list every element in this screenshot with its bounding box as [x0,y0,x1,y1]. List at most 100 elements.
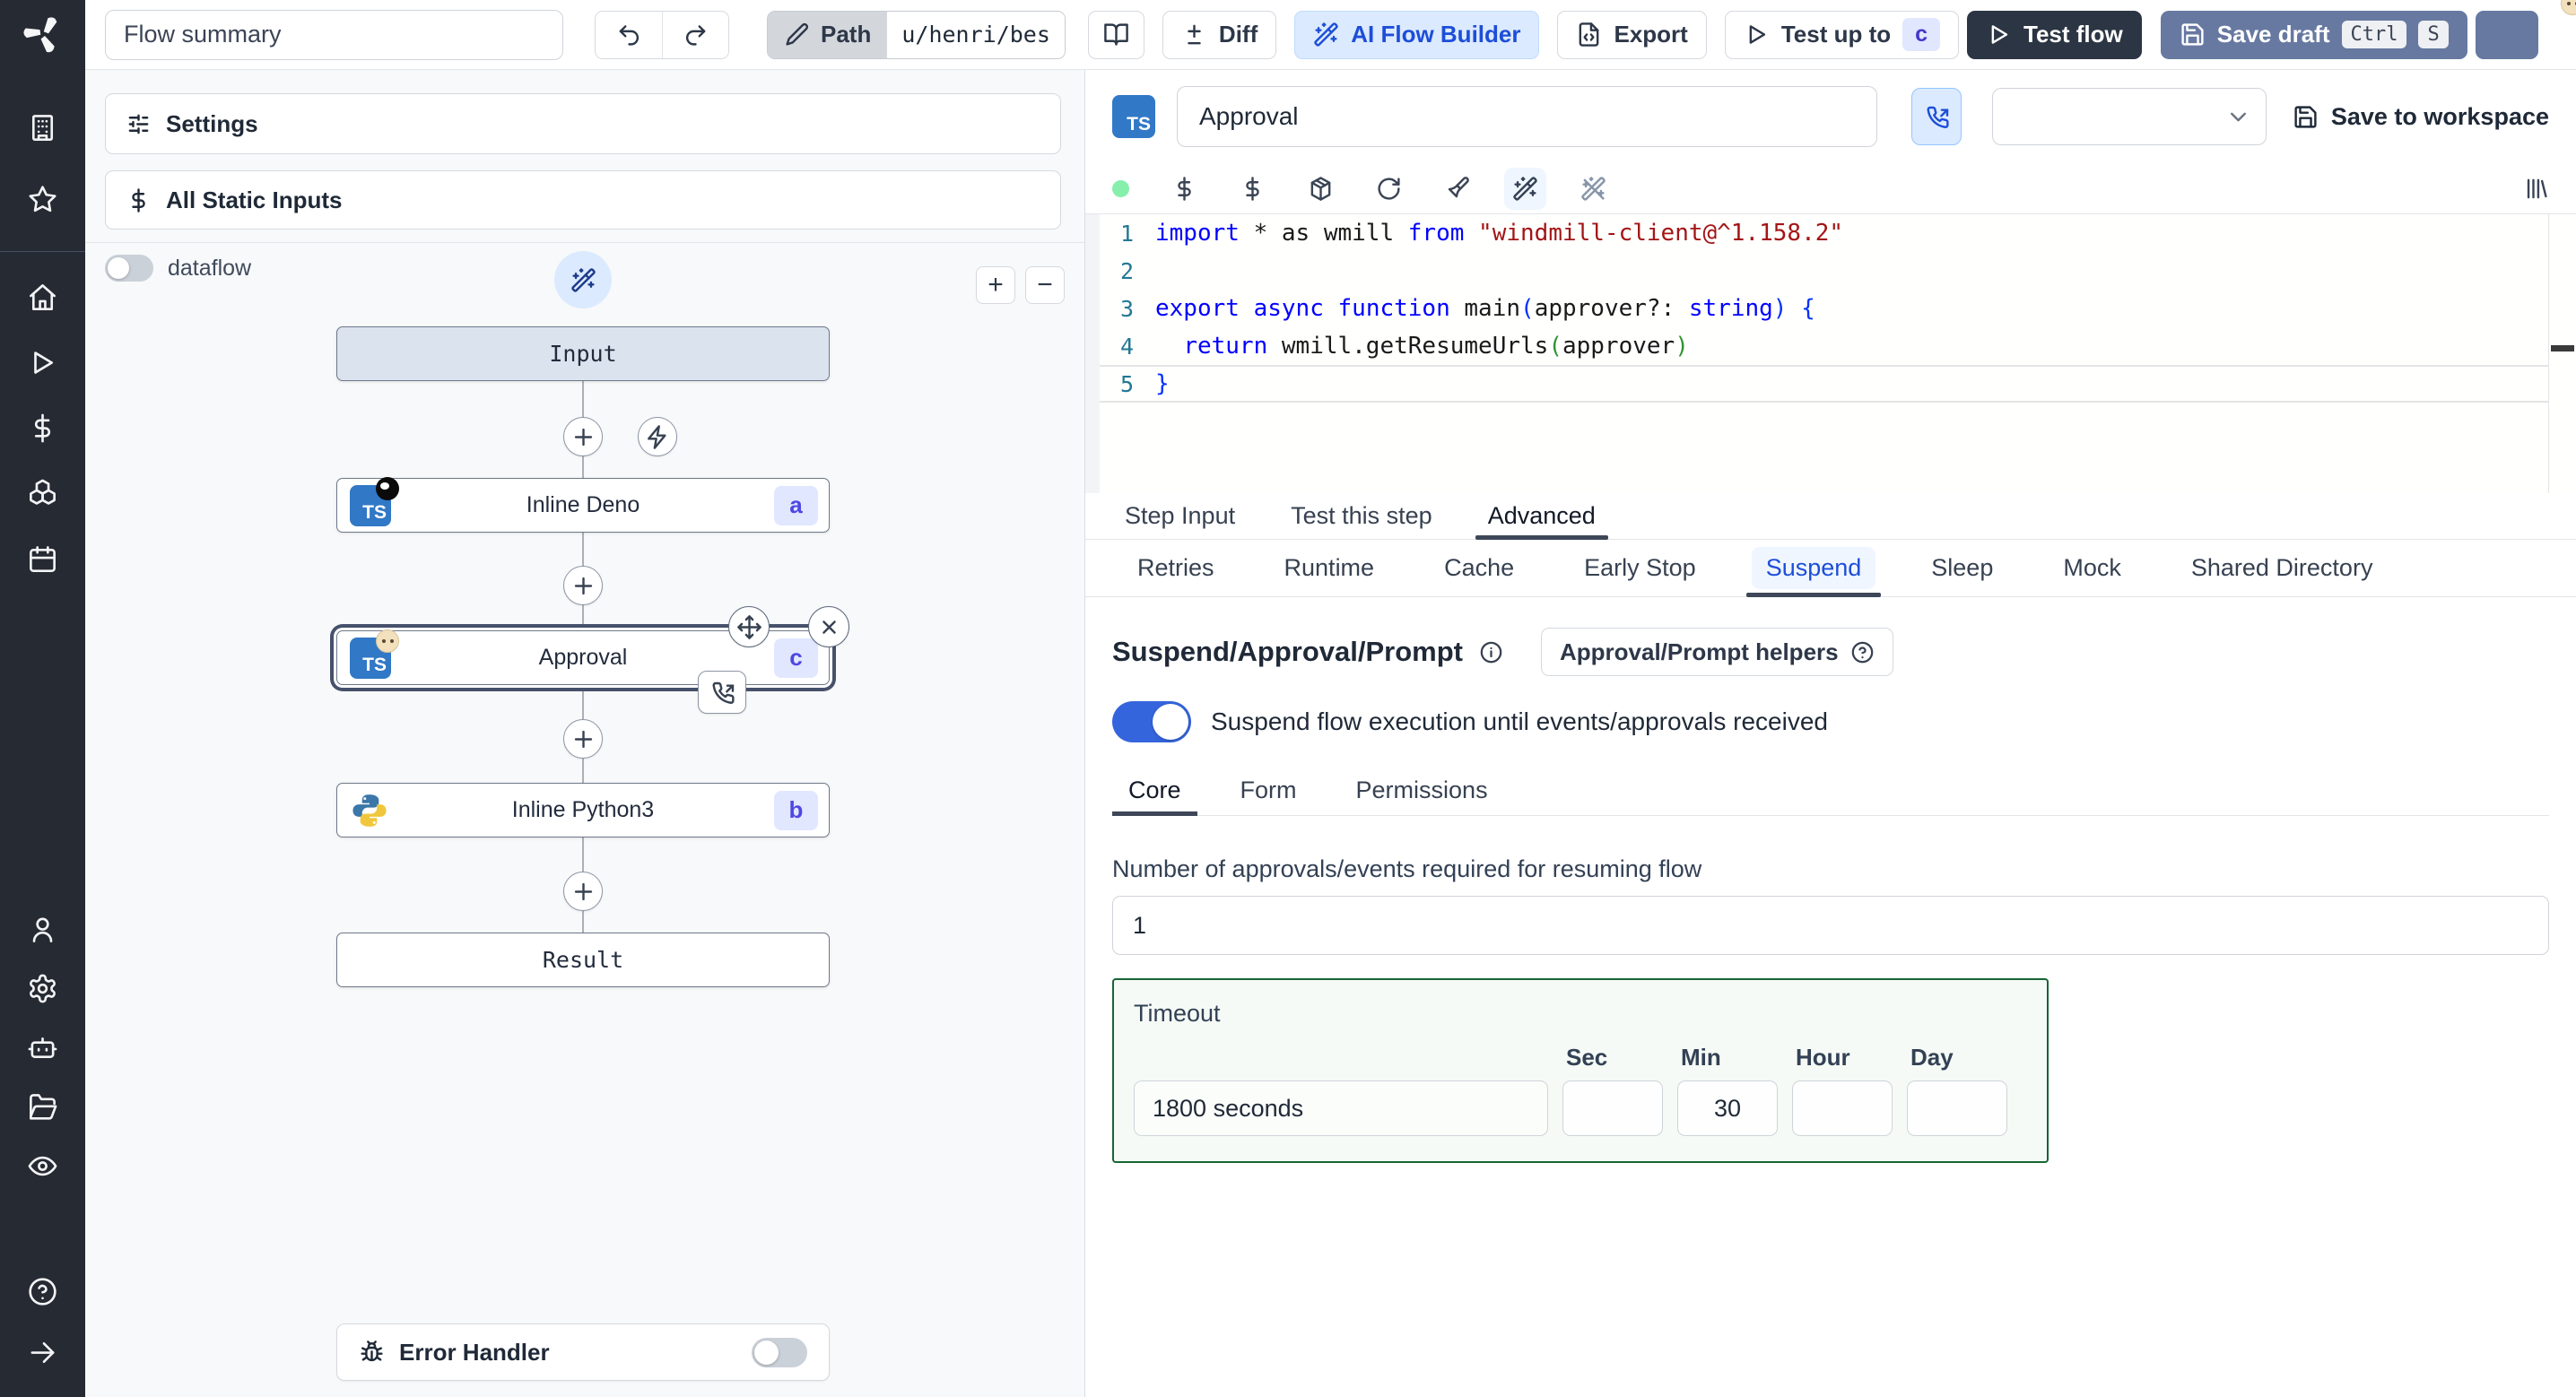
save-to-workspace-button[interactable]: Save to workspace [2293,103,2549,131]
tab-retries[interactable]: Retries [1112,540,1240,596]
tab-shared-directory[interactable]: Shared Directory [2166,540,2398,596]
code-editor[interactable]: 1 import * as wmill from "windmill-client… [1085,213,2576,493]
add-step-button[interactable] [563,719,603,759]
code-line-5: 5} [1085,365,2549,403]
add-step-button[interactable] [563,417,603,456]
export-button[interactable]: Export [1557,10,1707,59]
step-name-input[interactable] [1177,86,1877,147]
flow-settings-button[interactable]: Settings [105,93,1061,154]
tab-advanced[interactable]: Advanced [1475,493,1608,540]
flow-graph-panel: Settings All Static Inputs dataflow + − [85,70,1085,1397]
suspend-toggle-label: Suspend flow execution until events/appr… [1211,707,1828,735]
ai-flow-builder-button[interactable]: AI Flow Builder [1294,10,1540,59]
tab-cache[interactable]: Cache [1419,540,1539,596]
timeout-sec-input[interactable] [1562,1080,1663,1136]
flow-summary-input[interactable] [105,9,563,60]
add-step-button[interactable] [563,566,603,605]
tab-permissions[interactable]: Permissions [1340,766,1504,815]
app-sidebar [0,0,85,1397]
move-step-button[interactable] [728,606,770,647]
ai-assistant-off-icon[interactable] [1580,176,1606,202]
sidebar-dollar-icon[interactable] [18,403,68,453]
sidebar-building-icon[interactable] [18,102,68,152]
sidebar-calendar-icon[interactable] [18,534,68,584]
test-up-to-button[interactable]: Test up to c [1724,10,1960,59]
sidebar-cubes-icon[interactable] [18,468,68,518]
ai-assistant-wand-icon[interactable] [1504,167,1546,210]
delete-step-button[interactable] [808,606,849,647]
bolt-icon [645,424,671,450]
sidebar-arrow-right-icon[interactable] [18,1327,68,1377]
sidebar-gear-icon[interactable] [18,963,68,1013]
graph-ai-wand-button[interactable] [554,251,612,308]
tab-mock[interactable]: Mock [2038,540,2146,596]
tab-early-stop[interactable]: Early Stop [1559,540,1721,596]
error-handler-row[interactable]: Error Handler [336,1323,830,1381]
suspend-heading: Suspend/Approval/Prompt [1112,636,1463,667]
reload-icon[interactable] [1376,176,1402,202]
add-step-button[interactable] [563,872,603,911]
tab-test-this-step[interactable]: Test this step [1278,493,1445,539]
save-draft-button[interactable]: Save draft Ctrl S [2160,10,2467,59]
lint-status-dot [1112,179,1129,197]
sidebar-folder-icon[interactable] [18,1081,68,1132]
undo-icon [616,22,642,48]
sidebar-eye-icon[interactable] [18,1141,68,1191]
sidebar-user-icon[interactable] [18,904,68,954]
format-brush-icon[interactable] [1444,176,1470,202]
suspend-toggle[interactable] [1112,701,1191,742]
tab-core[interactable]: Core [1112,766,1197,816]
script-version-select[interactable] [1992,88,2267,145]
suspend-phone-badge[interactable] [698,671,746,714]
tab-runtime[interactable]: Runtime [1259,540,1400,596]
timeout-day-input[interactable] [1907,1080,2007,1136]
step-id-badge: c [774,638,818,678]
add-trigger-button[interactable] [638,417,677,456]
sidebar-bot-icon[interactable] [18,1022,68,1072]
input-node[interactable]: Input [336,326,830,381]
timeout-display-input[interactable] [1134,1080,1548,1136]
suspend-phone-button[interactable] [1911,88,1962,145]
sidebar-home-icon[interactable] [18,272,68,322]
tab-step-input[interactable]: Step Input [1112,493,1248,539]
variables-dollar-icon[interactable] [1171,176,1197,202]
move-icon [736,614,762,640]
editor-scrollbar[interactable] [2548,214,2549,493]
library-icon[interactable] [2523,176,2549,202]
diff-button[interactable]: Diff [1162,10,1277,59]
timeout-min-input[interactable] [1677,1080,1778,1136]
timeout-hour-input[interactable] [1792,1080,1893,1136]
step-label: Inline Python3 [511,797,655,822]
error-handler-toggle[interactable] [752,1337,807,1367]
info-icon[interactable] [1479,640,1503,664]
overflow-button[interactable] [2475,10,2538,59]
sidebar-play-icon[interactable] [18,337,68,387]
path-button[interactable]: Path u/henri/bes [767,10,1066,59]
undo-button[interactable] [596,11,662,58]
redo-button[interactable] [662,11,728,58]
zoom-out-button[interactable]: − [1025,266,1065,304]
tutorial-button[interactable] [1087,10,1144,59]
tab-form[interactable]: Form [1224,766,1313,815]
sidebar-help-icon[interactable] [18,1266,68,1316]
resources-dollar-icon[interactable] [1240,176,1266,202]
step-node-inline-deno[interactable]: TS Inline Deno a [336,476,830,533]
package-icon[interactable] [1308,176,1334,202]
tab-sleep[interactable]: Sleep [1906,540,2018,596]
export-label: Export [1614,21,1688,48]
step-node-inline-python3[interactable]: Inline Python3 b [336,783,830,837]
windmill-logo-icon[interactable] [22,13,65,56]
approvals-count-input[interactable] [1112,896,2549,955]
dataflow-toggle[interactable] [105,255,153,282]
zoom-in-button[interactable]: + [976,266,1015,304]
test-flow-button[interactable]: Test flow [1967,10,2142,59]
helpers-label: Approval/Prompt helpers [1559,638,1839,665]
sidebar-nav-group [18,272,68,584]
approval-prompt-helpers-button[interactable]: Approval/Prompt helpers [1540,628,1893,676]
result-node[interactable]: Result [336,933,830,987]
sidebar-star-icon[interactable] [18,174,68,224]
plus-icon [570,424,596,450]
tab-suspend[interactable]: Suspend [1741,540,1887,597]
all-static-inputs-button[interactable]: All Static Inputs [105,170,1061,230]
error-handler-label: Error Handler [399,1338,550,1366]
